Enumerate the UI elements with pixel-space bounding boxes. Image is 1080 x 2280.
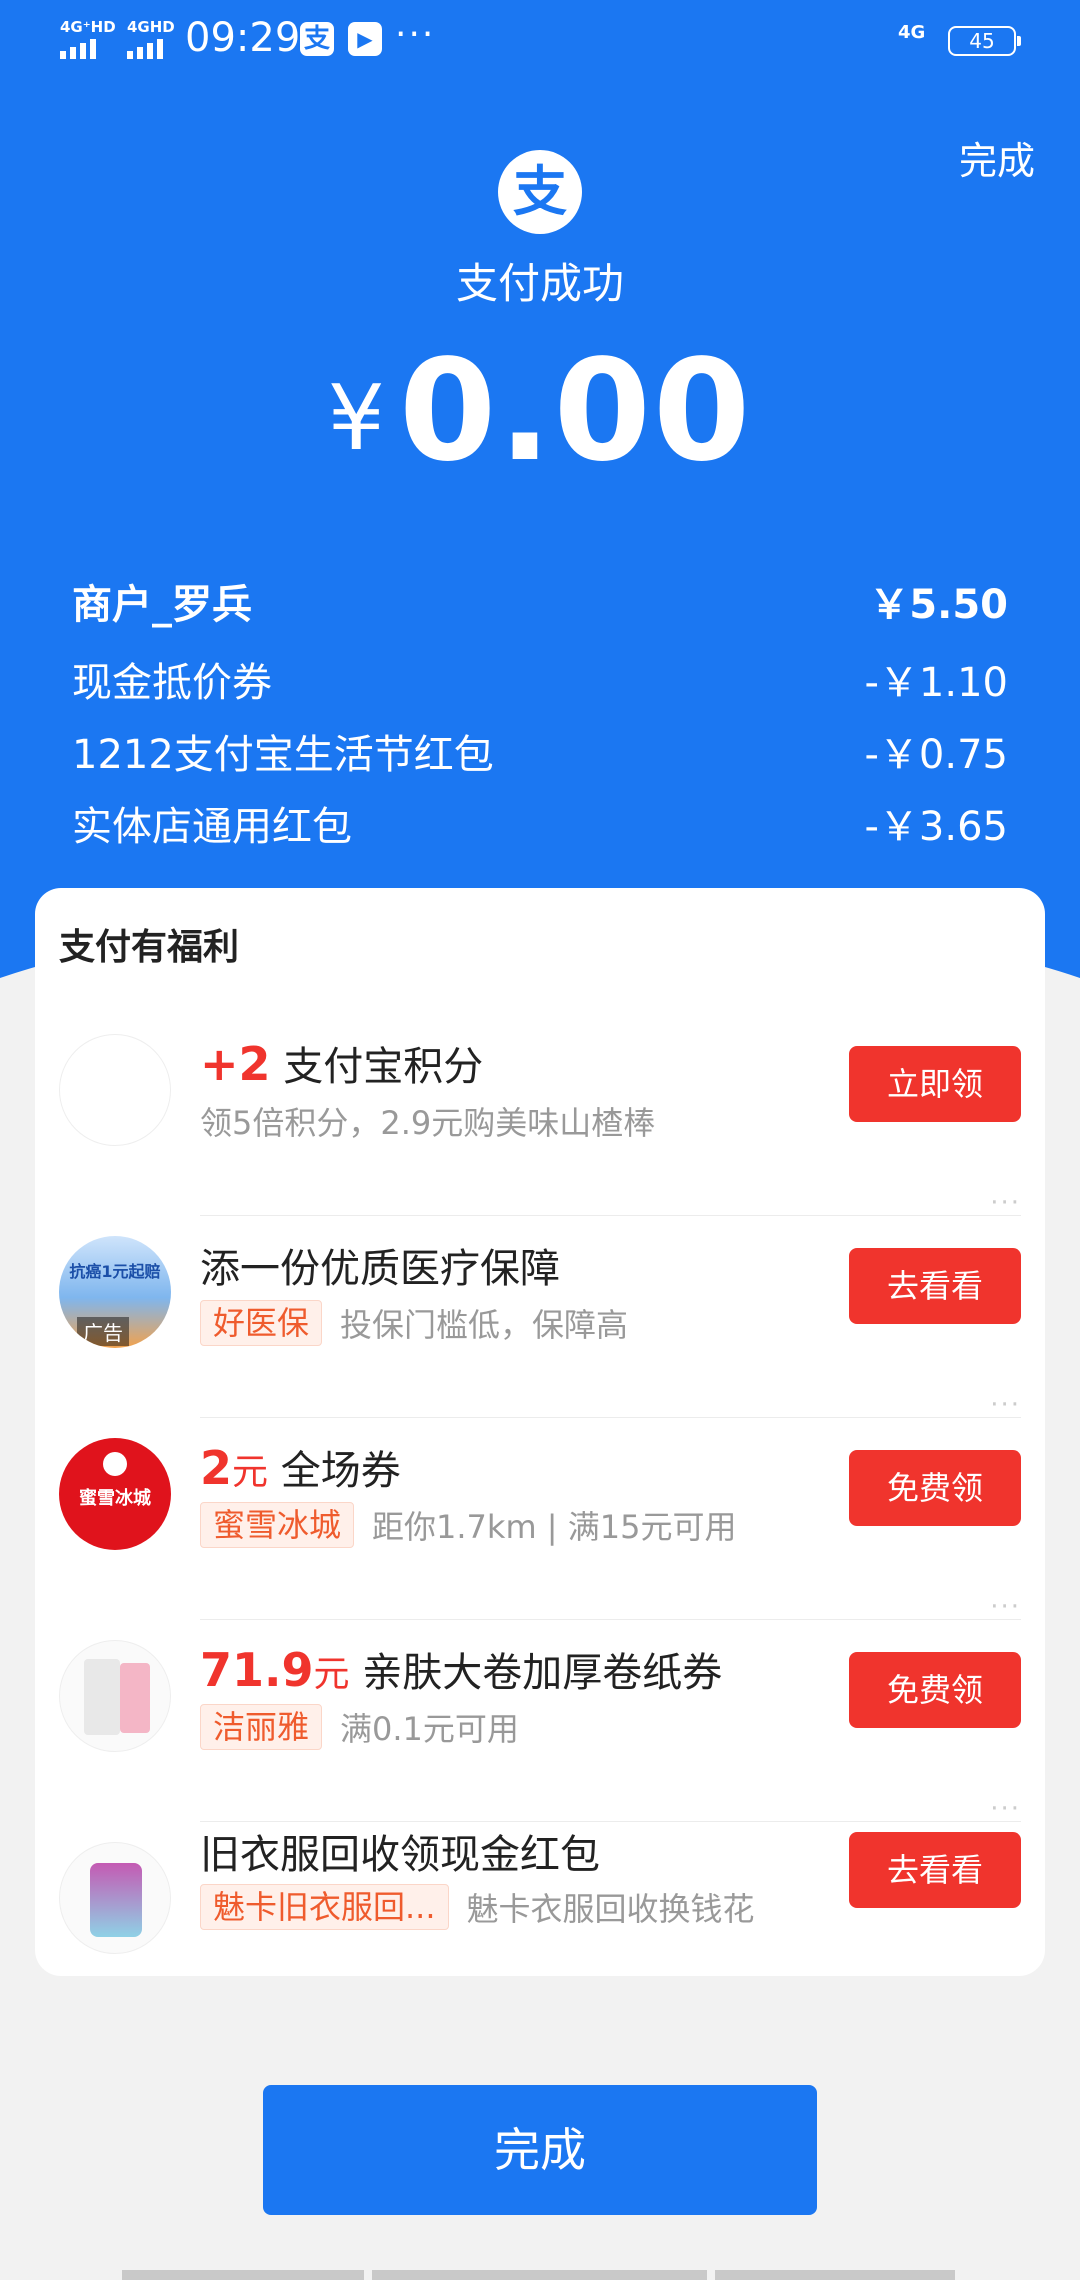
signal-bars-icon [60, 39, 116, 59]
detail-row-festival-redpacket: 1212支付宝生活节红包 -￥0.75 [72, 722, 1008, 780]
view-insurance-button[interactable]: 去看看 [849, 1248, 1021, 1324]
snowman-icon [103, 1452, 127, 1476]
battery-icon: 45 [948, 26, 1021, 56]
more-options-icon[interactable]: ··· [990, 1188, 1021, 1218]
detail-value: -￥1.10 [864, 660, 1009, 706]
network-4g-icon: 4G [898, 22, 926, 43]
highlight-number: 2 [200, 1441, 233, 1495]
benefit-desc: 投保门槛低，保障高 [340, 1306, 629, 1344]
benefit-item-points[interactable]: +2 支付宝积分 领5倍积分，2.9元购美味山楂棒 立即领 [35, 1016, 1045, 1216]
more-notifications-icon: ··· [395, 14, 436, 55]
points-avatar [59, 1034, 171, 1146]
benefit-desc: 满0.1元可用 [340, 1710, 519, 1748]
highlight-unit: 元 [232, 1452, 269, 1493]
benefit-item-insurance[interactable]: ··· 抗癌1元起赔 广告 添一份优质医疗保障 好医保 投保门槛低，保障高 去看… [35, 1188, 1045, 1418]
gesture-bar-segment [372, 2270, 707, 2280]
signal-sim1: 4G⁺HD [60, 20, 116, 59]
more-options-icon[interactable]: ··· [990, 1794, 1021, 1824]
benefit-item-clothes-recycle[interactable]: ··· 旧衣服回收领现金红包 魅卡旧衣服回... 魅卡衣服回收换钱花 去看看 [35, 1794, 1045, 2024]
clock: 09:29 [185, 15, 301, 61]
mixue-logo: 蜜雪冰城 [59, 1438, 171, 1550]
status-bar: 4G⁺HD 4GHD 09:29 支 ▶ ··· 4G 45 [0, 0, 1080, 80]
detail-label: 1212支付宝生活节红包 [72, 732, 494, 778]
claim-points-button[interactable]: 立即领 [849, 1046, 1021, 1122]
sim2-label: 4GHD [127, 18, 175, 36]
benefit-sub: 魅卡旧衣服回... 魅卡衣服回收换钱花 [200, 1884, 755, 1930]
claim-tissue-button[interactable]: 免费领 [849, 1652, 1021, 1728]
benefit-title: 2元 全场券 [200, 1438, 401, 1496]
tissue-product-image [59, 1640, 171, 1752]
detail-row-merchant: 商户_罗兵 ￥5.50 [72, 572, 1008, 630]
alipay-logo-icon: 支 [498, 150, 582, 234]
signal-bars-icon [127, 39, 175, 59]
benefit-desc: 距你1.7km | 满15元可用 [372, 1508, 737, 1546]
done-link-top[interactable]: 完成 [959, 130, 1035, 185]
detail-label: 现金抵价券 [72, 660, 272, 706]
detail-value: -￥3.65 [864, 804, 1009, 850]
alipay-notification-icon: 支 [300, 22, 334, 56]
claim-mixue-button[interactable]: 免费领 [849, 1450, 1021, 1526]
done-button[interactable]: 完成 [263, 2085, 817, 2215]
benefit-item-tissue[interactable]: ··· 71.9元 亲肤大卷加厚卷纸券 洁丽雅 满0.1元可用 免费领 [35, 1592, 1045, 1822]
benefit-sub: 蜜雪冰城 距你1.7km | 满15元可用 [200, 1502, 736, 1548]
merchant-tag: 魅卡旧衣服回... [200, 1884, 449, 1930]
benefit-sub: 好医保 投保门槛低，保障高 [200, 1300, 628, 1346]
currency-symbol: ¥ [327, 366, 385, 471]
gesture-bar-segment [715, 2270, 955, 2280]
gesture-bar-segment [122, 2270, 364, 2280]
detail-label: 实体店通用红包 [72, 804, 352, 850]
divider [200, 1417, 1021, 1418]
merchant-tag: 好医保 [200, 1300, 323, 1346]
benefits-title: 支付有福利 [59, 927, 240, 968]
benefit-item-mixue[interactable]: ··· 蜜雪冰城 2元 全场券 蜜雪冰城 距你1.7km | 满15元可用 免费… [35, 1390, 1045, 1620]
clothes-bag-shape [90, 1863, 142, 1937]
tissue-box-shape [120, 1663, 150, 1733]
highlight-unit: 元 [313, 1654, 350, 1695]
benefit-title-text: 全场券 [280, 1448, 401, 1494]
benefit-desc: 领5倍积分，2.9元购美味山楂棒 [200, 1104, 656, 1142]
merchant-tag: 蜜雪冰城 [200, 1502, 355, 1548]
insurance-avatar: 抗癌1元起赔 广告 [59, 1236, 171, 1348]
view-recycle-button[interactable]: 去看看 [849, 1832, 1021, 1908]
detail-value: -￥0.75 [864, 732, 1009, 778]
highlight-number: 71.9 [200, 1643, 314, 1697]
benefit-title-text: 支付宝积分 [283, 1044, 484, 1090]
mixue-logo-text: 蜜雪冰城 [79, 1488, 151, 1509]
signal-sim2: 4GHD [127, 20, 175, 59]
benefit-title: +2 支付宝积分 [200, 1034, 483, 1092]
benefit-title: 旧衣服回收领现金红包 [200, 1832, 600, 1878]
more-options-icon[interactable]: ··· [990, 1592, 1021, 1622]
sim1-label: 4G⁺HD [60, 18, 116, 36]
divider [200, 1215, 1021, 1216]
ad-label: 广告 [77, 1317, 129, 1346]
benefit-title: 添一份优质医疗保障 [200, 1246, 560, 1292]
video-notification-icon: ▶ [348, 22, 382, 56]
gesture-bar [0, 2270, 1080, 2280]
benefit-title-text: 亲肤大卷加厚卷纸券 [362, 1650, 723, 1696]
payment-status: 支付成功 [455, 259, 624, 308]
benefit-highlight: +2 [200, 1037, 271, 1091]
benefit-highlight: 2元 [200, 1441, 268, 1495]
detail-row-coupon: 现金抵价券 -￥1.10 [72, 650, 1008, 708]
amount-value: 0.00 [398, 330, 753, 493]
benefit-title: 71.9元 亲肤大卷加厚卷纸券 [200, 1640, 722, 1698]
benefits-card: 支付有福利 +2 支付宝积分 领5倍积分，2.9元购美味山楂棒 立即领 ··· … [35, 888, 1045, 1976]
clothes-bag-image [59, 1842, 171, 1954]
insurance-avatar-text: 抗癌1元起赔 [69, 1262, 161, 1281]
tissue-roll-shape [84, 1659, 120, 1735]
merchant-tag: 洁丽雅 [200, 1704, 323, 1750]
benefit-highlight: 71.9元 [200, 1643, 350, 1697]
more-options-icon[interactable]: ··· [990, 1390, 1021, 1420]
benefit-sub: 洁丽雅 满0.1元可用 [200, 1704, 519, 1750]
benefit-desc: 魅卡衣服回收换钱花 [466, 1890, 755, 1928]
detail-row-store-redpacket: 实体店通用红包 -￥3.65 [72, 794, 1008, 852]
detail-label: 商户_罗兵 [72, 582, 252, 628]
detail-value: ￥5.50 [869, 582, 1008, 628]
divider [200, 1619, 1021, 1620]
paid-amount: ¥0.00 [0, 330, 1080, 493]
